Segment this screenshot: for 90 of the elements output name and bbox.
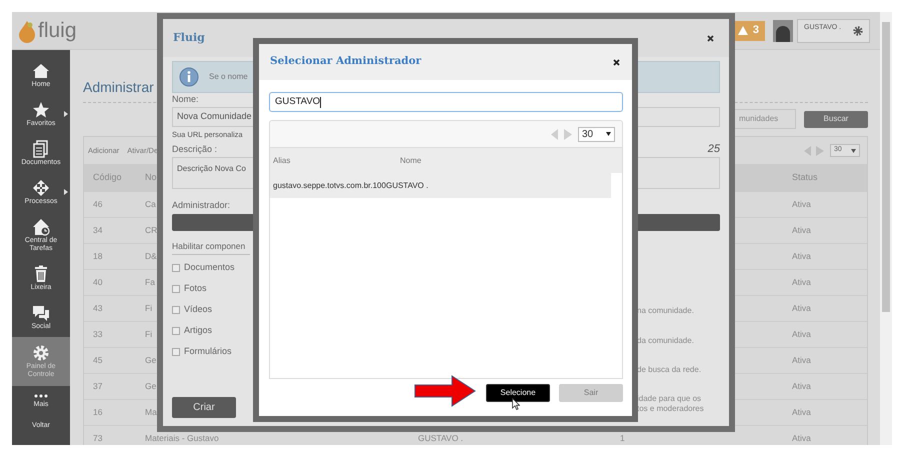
table-cell: Ge bbox=[145, 354, 156, 367]
checkbox-label: Artigos bbox=[184, 324, 212, 337]
table-cell: Ca bbox=[145, 198, 156, 211]
section-heading: Habilitar componen bbox=[172, 239, 250, 255]
settings-icon[interactable] bbox=[853, 26, 863, 36]
checkbox[interactable] bbox=[172, 284, 180, 292]
arrow-icon bbox=[414, 375, 476, 407]
checkbox-label: Formulários bbox=[184, 344, 232, 358]
close-icon[interactable] bbox=[613, 58, 620, 66]
table-cell: D& bbox=[145, 250, 157, 263]
checkbox[interactable] bbox=[172, 264, 180, 272]
checkbox[interactable] bbox=[172, 326, 180, 334]
trash-icon bbox=[32, 265, 50, 283]
close-icon[interactable] bbox=[707, 34, 714, 42]
column-header: Status bbox=[792, 171, 819, 184]
table-cell: Ge bbox=[145, 380, 156, 393]
select-button[interactable]: Selecione bbox=[486, 384, 550, 402]
previous-page-icon[interactable] bbox=[551, 128, 559, 140]
table-cell: Fi bbox=[145, 302, 152, 315]
table-cell: 16 bbox=[93, 406, 102, 419]
table-cell: 34 bbox=[93, 224, 102, 237]
table-cell: 37 bbox=[93, 380, 102, 393]
field-label: Descrição : bbox=[172, 144, 218, 155]
table-cell: Fa bbox=[145, 276, 155, 289]
checkbox-label: Documentos bbox=[184, 260, 235, 274]
table-cell: Ativa bbox=[792, 354, 811, 367]
table-cell: Ativa bbox=[792, 250, 811, 263]
scrollbar[interactable] bbox=[880, 12, 892, 445]
table-cell: Fi bbox=[145, 328, 152, 341]
checkbox[interactable] bbox=[172, 306, 180, 314]
character-count: 25 bbox=[708, 144, 720, 155]
previous-page-icon[interactable] bbox=[804, 146, 812, 156]
page-size-select[interactable]: 30 bbox=[578, 126, 615, 142]
table-cell: 18 bbox=[93, 250, 102, 263]
search-field[interactable]: GUSTAVO bbox=[269, 92, 623, 112]
table-cell: Materiais - Gustavo bbox=[145, 432, 219, 445]
more-icon bbox=[32, 392, 50, 400]
next-page-icon[interactable] bbox=[564, 128, 572, 140]
logo-text: fluig bbox=[38, 20, 77, 41]
table-cell: 43 bbox=[93, 302, 102, 315]
logo-icon bbox=[18, 18, 36, 42]
result-row[interactable]: gustavo.seppe.totvs.com.br.100GUSTAVO . bbox=[270, 173, 611, 198]
home-icon bbox=[32, 62, 50, 80]
dropdown-icon bbox=[851, 148, 856, 152]
table-cell: Ativa bbox=[792, 328, 811, 341]
arrows-icon bbox=[32, 179, 50, 197]
table-cell: Ma bbox=[145, 406, 157, 419]
field-label: Nome: bbox=[172, 94, 199, 105]
next-page-icon[interactable] bbox=[816, 146, 824, 156]
table-cell: 45 bbox=[93, 354, 102, 367]
dialog-title: Fluig bbox=[173, 30, 205, 46]
scrollbar-thumb[interactable] bbox=[882, 22, 890, 312]
table-cell: GUSTAVO . bbox=[418, 432, 464, 445]
house-clock-icon bbox=[32, 218, 50, 236]
table-cell: 46 bbox=[93, 198, 102, 211]
column-header: Código bbox=[93, 171, 123, 184]
checkbox[interactable] bbox=[172, 348, 180, 356]
create-button[interactable]: Criar bbox=[172, 397, 236, 418]
page-title: Administrar bbox=[83, 78, 154, 97]
table-cell: Ativa bbox=[792, 276, 811, 289]
star-icon bbox=[32, 101, 50, 119]
info-message: Se o nome bbox=[209, 71, 248, 83]
table-cell: Ativa bbox=[792, 224, 811, 237]
column-header: Nome bbox=[400, 154, 422, 166]
table-cell: Ativa bbox=[792, 432, 811, 445]
field-label: Administrador: bbox=[172, 200, 230, 211]
column-header: No bbox=[145, 171, 158, 184]
dialog-title: Selecionar Administrador bbox=[270, 54, 422, 70]
info-icon bbox=[179, 67, 199, 87]
cursor-icon bbox=[512, 398, 520, 410]
search-button[interactable]: Buscar bbox=[804, 110, 868, 128]
avatar-icon[interactable] bbox=[773, 20, 793, 42]
checkbox-label: Fotos bbox=[184, 282, 207, 295]
table-cell: CR bbox=[145, 224, 158, 237]
table-cell: 73 bbox=[93, 432, 102, 445]
documents-icon bbox=[32, 140, 50, 158]
table-cell-text: GUSTAVO . bbox=[386, 180, 428, 190]
table-cell: Ativa bbox=[792, 302, 811, 315]
table-cell: 33 bbox=[93, 328, 102, 341]
settings-icon bbox=[32, 344, 50, 362]
chat-icon bbox=[32, 304, 50, 322]
table-cell: 40 bbox=[93, 276, 102, 289]
table-cell: gustavo.seppe.totvs.com.br.100 bbox=[273, 180, 386, 192]
table-cell: 1 bbox=[620, 432, 625, 445]
table-cell: Ativa bbox=[792, 198, 811, 211]
warning-icon bbox=[738, 26, 748, 35]
table-cell: Ativa bbox=[792, 406, 811, 419]
column-header: Alias bbox=[273, 154, 292, 166]
checkbox-label: Vídeos bbox=[184, 302, 212, 316]
table-cell: Ativa bbox=[792, 380, 811, 393]
